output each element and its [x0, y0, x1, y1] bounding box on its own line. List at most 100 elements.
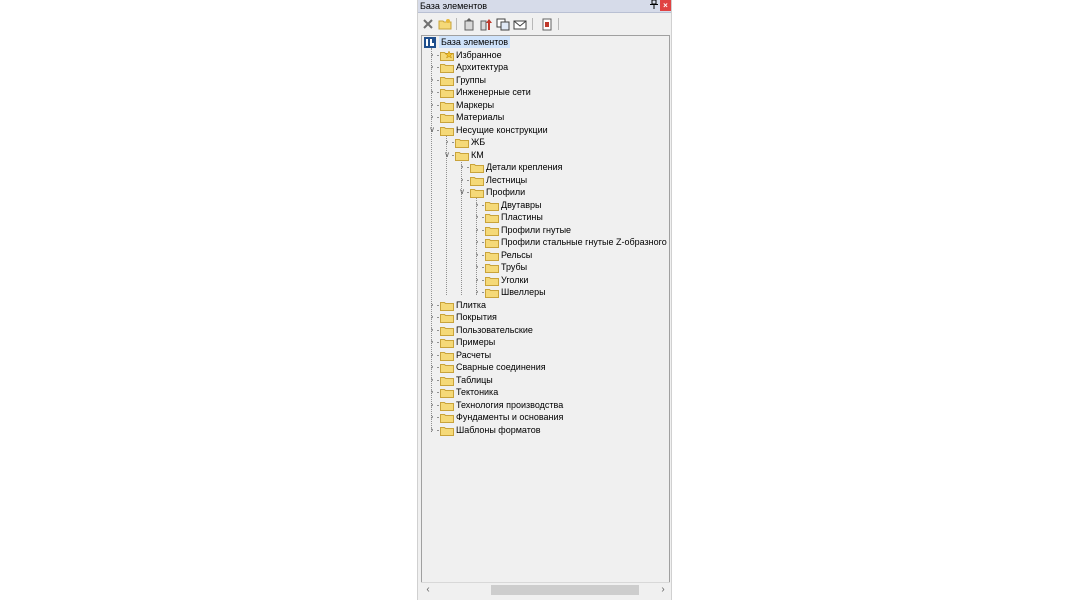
chevron-right-icon[interactable]: › — [428, 324, 436, 336]
scroll-right-icon[interactable]: › — [656, 583, 670, 597]
mail-icon[interactable] — [513, 17, 527, 31]
database-icon — [424, 37, 436, 48]
folder-icon — [440, 426, 454, 436]
tree-item-label: Несущие конструкции — [456, 124, 548, 135]
folder-icon — [455, 151, 469, 161]
folder-icon — [470, 163, 484, 173]
tree-item-label: Детали крепления — [486, 162, 563, 172]
chevron-right-icon[interactable]: › — [428, 336, 436, 348]
chevron-right-icon[interactable]: › — [428, 374, 436, 386]
folder-icon — [440, 388, 454, 398]
chevron-right-icon[interactable]: › — [428, 349, 436, 361]
toolbar-separator — [532, 18, 533, 30]
tree-item-label: Фундаменты и основания — [456, 412, 564, 422]
chevron-down-icon[interactable]: ∨ — [443, 149, 451, 161]
folder-icon — [440, 338, 454, 348]
pin-icon[interactable] — [648, 0, 659, 11]
chevron-right-icon[interactable]: › — [428, 361, 436, 373]
tree-item-label: Расчеты — [456, 349, 492, 360]
folder-icon — [485, 213, 499, 223]
copy-icon[interactable] — [496, 17, 510, 31]
chevron-right-icon[interactable]: › — [428, 111, 436, 123]
folder-icon — [440, 101, 454, 111]
tree-item-label: ЖБ — [471, 137, 486, 147]
chevron-right-icon[interactable]: › — [428, 49, 436, 61]
chevron-right-icon[interactable]: › — [428, 399, 436, 411]
chevron-right-icon[interactable]: › — [473, 249, 481, 261]
chevron-right-icon[interactable]: › — [428, 299, 436, 311]
chevron-down-icon[interactable]: ∨ — [428, 124, 436, 136]
tree-item-label: Профили стальные гнутые Z-образного сече… — [501, 237, 669, 247]
chevron-right-icon[interactable]: › — [473, 286, 481, 298]
toolbar-separator — [456, 18, 457, 30]
tree-item-label: Шаблоны форматов — [456, 424, 541, 435]
tree-item-label: Пользовательские — [456, 324, 533, 335]
chevron-right-icon[interactable]: › — [428, 99, 436, 111]
chevron-right-icon[interactable]: › — [443, 136, 451, 148]
panel-titlebar[interactable]: База элементов × — [418, 0, 671, 13]
horizontal-scrollbar[interactable]: ‹ › — [421, 582, 670, 597]
folder-icon — [440, 301, 454, 311]
import-icon[interactable] — [462, 17, 476, 31]
folder-icon — [470, 176, 484, 186]
tree-item-label: Двутавры — [501, 199, 542, 210]
tree-item-label: Профили гнутые — [501, 224, 572, 235]
folder-icon — [440, 63, 454, 73]
chevron-right-icon[interactable]: › — [428, 411, 436, 423]
folder-icon — [485, 226, 499, 236]
chevron-right-icon[interactable]: › — [473, 211, 481, 223]
chevron-right-icon[interactable]: › — [428, 86, 436, 98]
tree-item-label: Примеры — [456, 337, 496, 347]
folder-icon — [440, 363, 454, 373]
tree-item-label: Швеллеры — [501, 287, 546, 297]
chevron-right-icon[interactable]: › — [428, 74, 436, 86]
scrollbar-thumb[interactable] — [491, 585, 639, 595]
folder-icon — [485, 276, 499, 286]
folder-icon — [470, 188, 484, 198]
folder-icon — [440, 126, 454, 136]
tree-item-label: Архитектура — [456, 62, 509, 72]
tree-item-label: Трубы — [501, 262, 528, 272]
folder-icon — [455, 138, 469, 148]
folder-icon — [440, 326, 454, 336]
tree-item-label: Уголки — [501, 274, 529, 285]
tree-root-label: База элементов — [439, 36, 511, 48]
chevron-right-icon[interactable]: › — [428, 61, 436, 73]
chevron-right-icon[interactable]: › — [473, 274, 481, 286]
delete-icon[interactable] — [421, 17, 435, 31]
folder-icon — [440, 76, 454, 86]
toolbar-separator — [558, 18, 559, 30]
chevron-right-icon[interactable]: › — [473, 236, 481, 248]
chevron-right-icon[interactable]: › — [428, 386, 436, 398]
document-icon[interactable] — [540, 17, 554, 31]
tree-item-label: Покрытия — [456, 312, 497, 322]
chevron-right-icon[interactable]: › — [473, 261, 481, 273]
star-folder-icon — [440, 49, 454, 61]
close-button[interactable]: × — [660, 0, 671, 11]
tree-item-label: Пластины — [501, 212, 543, 222]
tree-item-label: Тектоника — [456, 387, 499, 397]
export-icon[interactable] — [479, 17, 493, 31]
new-folder-icon[interactable] — [438, 17, 452, 31]
folder-icon — [440, 401, 454, 411]
tree-item-label: Инженерные сети — [456, 87, 531, 97]
scroll-left-icon[interactable]: ‹ — [421, 583, 435, 597]
folder-icon — [485, 288, 499, 298]
chevron-right-icon[interactable]: › — [428, 424, 436, 436]
tree-item-label: Лестницы — [486, 174, 528, 185]
folder-icon — [440, 351, 454, 361]
folder-icon — [440, 313, 454, 323]
folder-icon — [485, 238, 499, 248]
chevron-right-icon[interactable]: › — [458, 174, 466, 186]
chevron-right-icon[interactable]: › — [458, 161, 466, 173]
tree-item-label: Плитка — [456, 299, 487, 310]
chevron-down-icon[interactable]: ∨ — [458, 186, 466, 198]
chevron-right-icon[interactable]: › — [473, 199, 481, 211]
tree-item-label: Маркеры — [456, 99, 495, 110]
folder-icon — [440, 88, 454, 98]
folder-icon — [440, 113, 454, 123]
tree-item-label: Избранное — [456, 49, 502, 60]
chevron-right-icon[interactable]: › — [473, 224, 481, 236]
folder-icon — [485, 263, 499, 273]
chevron-right-icon[interactable]: › — [428, 311, 436, 323]
